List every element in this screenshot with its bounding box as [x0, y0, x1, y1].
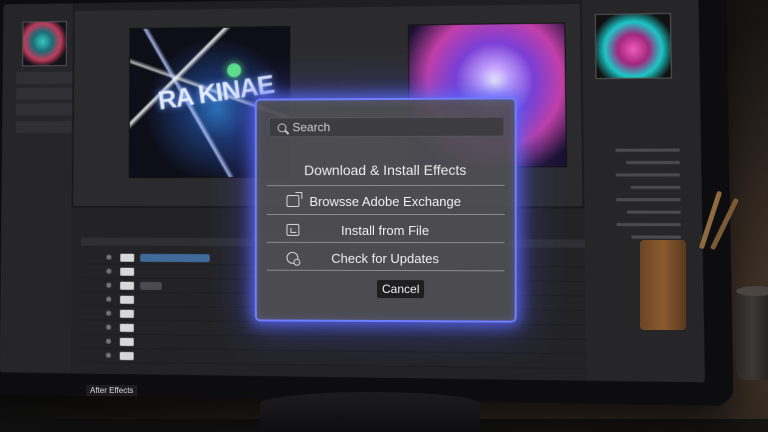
- panel-line: [616, 149, 680, 152]
- dialog-title: Download & Install Effects: [257, 162, 515, 178]
- panel-line: [627, 211, 681, 214]
- external-link-icon: [286, 195, 299, 207]
- layer-thumbnail: [120, 338, 134, 346]
- layer-thumbnail: [120, 310, 134, 318]
- layer-thumbnail: [120, 324, 134, 332]
- panel-line: [617, 223, 681, 226]
- eye-icon[interactable]: [106, 325, 111, 330]
- eye-icon[interactable]: [106, 255, 111, 260]
- eye-icon[interactable]: [106, 339, 111, 344]
- browse-exchange-button[interactable]: Browsse Adobe Exchange: [267, 189, 505, 213]
- import-file-icon: [286, 224, 299, 236]
- eye-icon[interactable]: [106, 353, 111, 358]
- viewer-glow-orb: [227, 63, 241, 77]
- effect-preview-thumbnail[interactable]: [595, 13, 672, 79]
- eye-icon[interactable]: [106, 269, 111, 274]
- divider: [267, 242, 505, 243]
- project-row[interactable]: [16, 72, 72, 84]
- layer-bar[interactable]: [140, 254, 210, 262]
- menu-item-label: Install from File: [341, 222, 429, 237]
- eye-icon[interactable]: [106, 297, 111, 302]
- menu-item-label: Browsse Adobe Exchange: [309, 193, 461, 208]
- search-icon: [278, 123, 287, 132]
- panel-line: [626, 161, 679, 164]
- project-row[interactable]: [16, 103, 72, 115]
- monitor-stand: [260, 392, 480, 432]
- install-from-file-button[interactable]: Install from File: [267, 218, 505, 242]
- layer-thumbnail: [120, 268, 134, 276]
- layer-thumbnail: [120, 296, 134, 304]
- divider: [267, 214, 505, 215]
- coffee-mug: [736, 290, 768, 380]
- divider: [267, 270, 505, 272]
- layer-bar[interactable]: [140, 282, 162, 290]
- project-thumbnail[interactable]: [22, 21, 67, 66]
- update-check-icon: [286, 252, 298, 264]
- check-updates-button[interactable]: Check for Updates: [267, 246, 505, 270]
- project-row[interactable]: [16, 88, 72, 100]
- layer-thumbnail: [120, 352, 134, 360]
- pencil-holder: [640, 240, 686, 330]
- install-effects-dialog: Download & Install Effects Browsse Adobe…: [255, 97, 517, 322]
- panel-line: [631, 186, 680, 189]
- cancel-button[interactable]: Cancel: [377, 280, 424, 298]
- panel-line: [616, 198, 680, 201]
- divider: [267, 185, 505, 186]
- project-panel: [0, 3, 75, 373]
- eye-icon[interactable]: [106, 283, 111, 288]
- search-box[interactable]: [269, 117, 505, 138]
- menu-item-label: Check for Updates: [331, 250, 439, 265]
- eye-icon[interactable]: [106, 311, 111, 316]
- layer-thumbnail: [120, 254, 134, 262]
- search-input[interactable]: [292, 120, 503, 135]
- coffee-mug-rim: [736, 286, 768, 296]
- project-row[interactable]: [16, 121, 72, 133]
- app-taskbar-label[interactable]: After Effects: [86, 385, 137, 396]
- layer-thumbnail: [120, 282, 134, 290]
- panel-line: [616, 173, 680, 176]
- panel-line: [632, 235, 681, 238]
